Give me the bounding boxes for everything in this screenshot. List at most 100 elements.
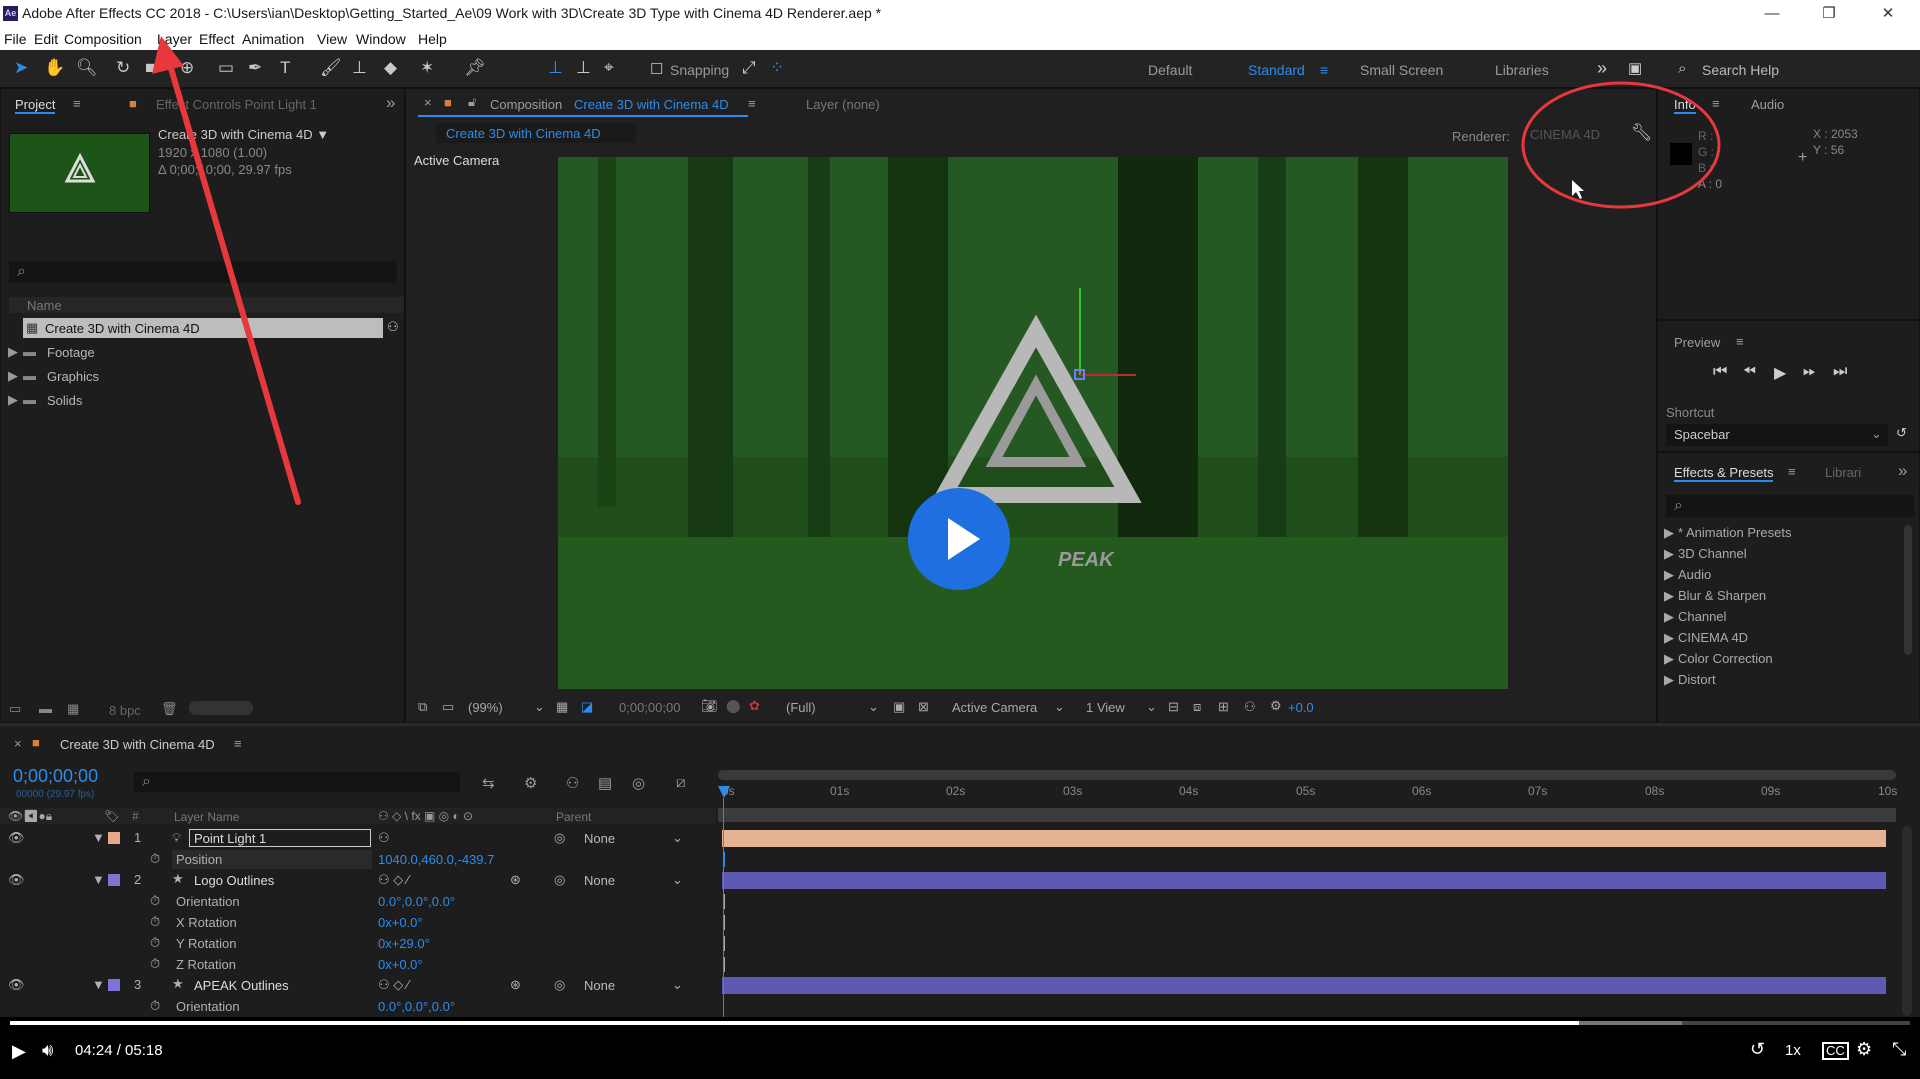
frame-blending-icon[interactable]: ▤ (598, 774, 612, 792)
monitor-icon[interactable]: ▭ (442, 699, 454, 715)
bit-depth-button[interactable]: 8 bpc (109, 703, 141, 718)
libraries-tab[interactable]: Librari (1825, 465, 1861, 480)
table-row[interactable]: 👁︎ ▼ 1 💡︎ Point Light 1 ⚇ ◎ None ⌄ (0, 829, 1920, 850)
timeline-menu-icon[interactable]: ≡ (234, 736, 242, 751)
composition-menu-icon[interactable]: ≡ (748, 96, 756, 111)
stamp-tool-icon[interactable]: ⊥ (352, 58, 367, 78)
table-row[interactable]: 👁︎ ▼ 2 ★ Logo Outlines ⚇ ◇ ⁄ ⊛ ◎ None ⌄ (0, 871, 1920, 892)
layer-label-color[interactable] (108, 874, 120, 886)
table-row[interactable]: 👁︎ ▼ 3 ★ APEAK Outlines ⚇ ◇ ⁄ ⊛ ◎ None ⌄ (0, 976, 1920, 997)
effects-scrollbar[interactable] (1904, 525, 1912, 655)
mask-visibility-icon[interactable]: ◪ (581, 699, 593, 715)
world-axis-icon[interactable]: ⊥ (576, 58, 591, 78)
stopwatch-icon[interactable]: ⏱︎ (150, 914, 160, 930)
last-frame-icon[interactable]: ⏭ (1833, 363, 1847, 381)
layer-tab[interactable]: Layer (none) (806, 97, 880, 112)
effect-controls-tab[interactable]: Effect Controls Point Light 1 (156, 97, 317, 112)
hand-tool-icon[interactable]: ✋ (44, 58, 65, 78)
rewind-icon[interactable]: ↺ (1750, 1039, 1765, 1060)
timeline-search-input[interactable]: ⌕ (134, 772, 460, 792)
expand-triangle-icon[interactable]: ▶ (8, 344, 18, 360)
layer-label-color[interactable] (108, 979, 120, 991)
composition-tab-prefix[interactable]: Composition (490, 97, 562, 112)
layer-name-field[interactable]: Point Light 1 (189, 829, 371, 847)
type-tool-icon[interactable]: T (280, 58, 290, 78)
menu-window[interactable]: Window (356, 31, 406, 47)
visibility-eye-icon[interactable]: 👁︎ (8, 977, 25, 993)
visibility-eye-icon[interactable]: 👁︎ (8, 830, 25, 846)
panel-overflow-icon[interactable]: » (1898, 461, 1907, 481)
expand-triangle-icon[interactable]: ▶ (8, 392, 18, 408)
close-tab-icon[interactable]: × (14, 736, 22, 751)
list-item[interactable]: ▶ ▬ Graphics (5, 366, 385, 386)
stopwatch-icon[interactable]: ⏱︎ (150, 851, 160, 867)
draft-3d-icon[interactable]: ⚙ (524, 774, 537, 792)
play-preview-icon[interactable]: ▶ (1774, 363, 1786, 383)
shortcut-dropdown[interactable]: Spacebar ⌄ (1666, 424, 1888, 446)
local-axis-icon[interactable]: ⊥ (548, 58, 563, 78)
table-row[interactable]: ⏱︎ Y Rotation 0x+29.0° (0, 934, 1920, 955)
brush-tool-icon[interactable]: 🖌︎ (320, 58, 342, 78)
toggle-pixel-aspect-icon[interactable]: ⊟ (1168, 699, 1179, 715)
expand-triangle-icon[interactable]: ▶ (8, 368, 18, 384)
menu-file[interactable]: File (4, 31, 27, 47)
table-row[interactable]: ⏱︎ Z Rotation 0x+0.0° (0, 955, 1920, 976)
camera-view-dropdown[interactable]: Active Camera (952, 700, 1037, 715)
project-search-input[interactable]: ⌕ (9, 261, 397, 283)
snapping-checkbox[interactable]: ☐ (650, 60, 663, 78)
search-help-input[interactable]: Search Help (1702, 62, 1779, 78)
work-area-bar[interactable] (718, 770, 1896, 780)
list-item[interactable]: ▶ ▬ Solids (5, 390, 385, 410)
flowchart-icon[interactable]: ⚇ (387, 319, 399, 335)
resolution-dropdown[interactable]: (Full) (786, 700, 816, 715)
parent-column-header[interactable]: Parent (556, 810, 591, 824)
flowchart-icon[interactable]: ⚇ (1244, 699, 1256, 715)
delete-icon[interactable]: 🗑︎ (161, 701, 178, 717)
menu-help[interactable]: Help (418, 31, 447, 47)
workspace-libraries[interactable]: Libraries (1495, 62, 1549, 78)
timeline-scrollbar[interactable] (1902, 826, 1912, 1016)
visibility-eye-icon[interactable]: 👁︎ (8, 872, 25, 888)
video-play-overlay-button[interactable] (908, 488, 1010, 590)
layer-duration-bar[interactable] (722, 872, 1886, 889)
stopwatch-icon[interactable]: ⏱︎ (150, 893, 160, 909)
camera-tool-icon[interactable]: ■ (145, 58, 155, 78)
grid-icon[interactable]: ▦ (556, 699, 568, 715)
collapse-triangle-icon[interactable]: ▼ (92, 830, 105, 845)
parent-dropdown[interactable]: None (584, 831, 615, 846)
reset-icon[interactable]: ↺ (1896, 425, 1907, 441)
pickwhip-icon[interactable]: ◎ (554, 977, 565, 993)
region-of-interest-icon[interactable]: ▣ (893, 699, 905, 715)
snap-grid-icon[interactable]: ⁘ (770, 58, 784, 78)
table-row[interactable]: ⏱︎ Orientation 0.0°,0.0°,0.0° (0, 997, 1920, 1015)
layer-switches-icon[interactable]: ⚇ ◇ ⁄ (378, 872, 409, 888)
selection-tool-icon[interactable]: ➤ (14, 58, 28, 78)
name-column-header[interactable]: Name (27, 298, 62, 313)
layer-duration-bar[interactable] (722, 977, 1886, 994)
layer-label-color[interactable] (108, 832, 120, 844)
parent-dropdown[interactable]: None (584, 978, 615, 993)
restore-button[interactable]: ❐ (1809, 2, 1849, 26)
list-item[interactable]: ▦ Create 3D with Cinema 4D (23, 318, 383, 338)
timeline-tab[interactable]: Create 3D with Cinema 4D (60, 737, 215, 752)
table-row[interactable]: ⏱︎ Orientation 0.0°,0.0°,0.0° (0, 892, 1920, 913)
rotate-tool-icon[interactable]: ↻ (116, 58, 130, 78)
settings-gear-icon[interactable]: ⚙ (1856, 1039, 1872, 1060)
workspace-standard[interactable]: Standard (1248, 62, 1305, 78)
info-menu-icon[interactable]: ≡ (1712, 96, 1720, 111)
thumbnail-slider[interactable] (189, 701, 253, 715)
layer-switches-icon[interactable]: ⚇ ◇ ⁄ (378, 977, 409, 993)
stopwatch-icon[interactable]: ⏱︎ (150, 998, 160, 1014)
property-value[interactable]: 0x+0.0° (378, 915, 423, 930)
viewer-timecode[interactable]: 0;00;00;00 (619, 700, 680, 715)
playhead-line[interactable] (723, 798, 724, 1018)
timeline-icon[interactable]: ⊞ (1218, 699, 1229, 715)
snap-options-icon[interactable]: ⤢ (742, 58, 756, 78)
pen-tool-icon[interactable]: ✒ (248, 58, 262, 78)
preview-tab[interactable]: Preview (1674, 335, 1720, 350)
anchor-tool-icon[interactable]: ⊕ (180, 58, 194, 78)
menu-view[interactable]: View (317, 31, 347, 47)
workspaces-overflow-button[interactable]: » (1597, 58, 1607, 79)
project-tab[interactable]: Project (15, 97, 56, 114)
property-value[interactable]: 0.0°,0.0°,0.0° (378, 894, 455, 909)
